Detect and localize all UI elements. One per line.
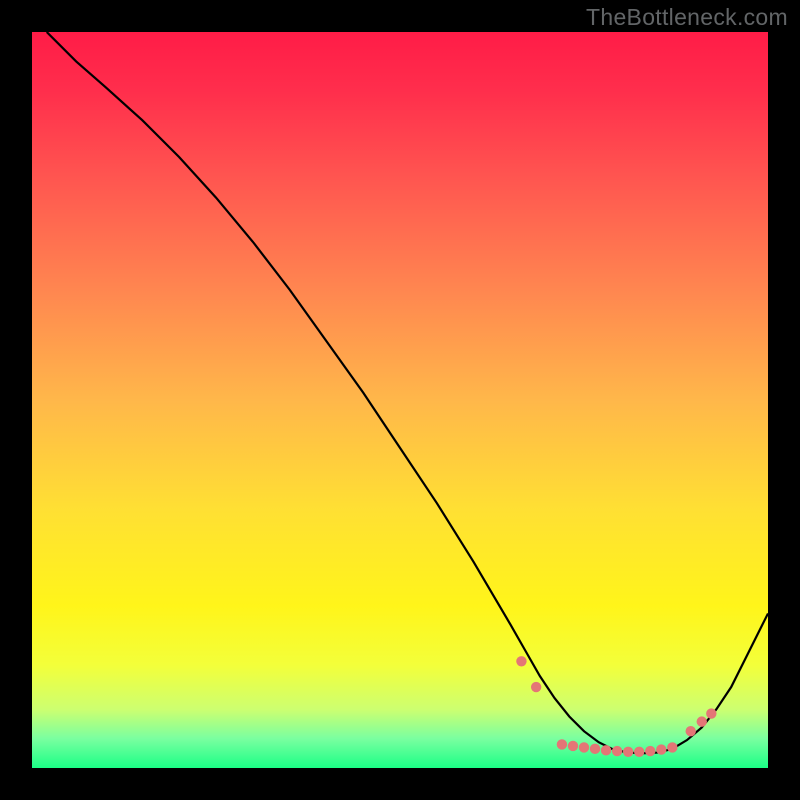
marker-dot — [645, 746, 655, 756]
marker-dot — [601, 745, 611, 755]
bottleneck-curve — [47, 32, 768, 753]
marker-dot — [667, 742, 677, 752]
chart-stage: TheBottleneck.com — [0, 0, 800, 800]
marker-dot — [686, 726, 696, 736]
watermark-text: TheBottleneck.com — [586, 4, 788, 31]
marker-dot — [568, 741, 578, 751]
marker-dot — [590, 744, 600, 754]
curve-layer — [32, 32, 768, 768]
marker-dot — [516, 656, 526, 666]
marker-dot — [612, 746, 622, 756]
marker-dot — [579, 742, 589, 752]
marker-dot — [623, 747, 633, 757]
marker-dot — [557, 739, 567, 749]
marker-dot — [656, 744, 666, 754]
marker-group — [516, 656, 716, 757]
marker-dot — [531, 682, 541, 692]
marker-dot — [697, 716, 707, 726]
marker-dot — [634, 747, 644, 757]
marker-dot — [706, 708, 716, 718]
plot-area — [32, 32, 768, 768]
